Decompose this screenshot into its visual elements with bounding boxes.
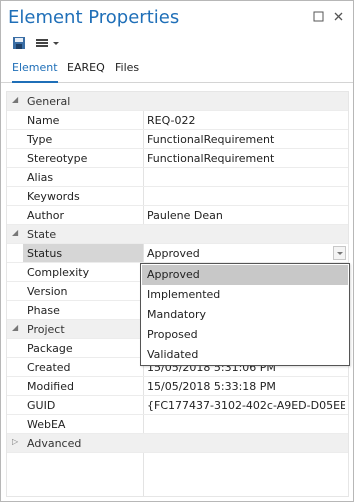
- property-name: Author: [27, 209, 65, 222]
- save-icon[interactable]: [12, 36, 26, 52]
- category-label: General: [27, 95, 71, 108]
- property-row-modified[interactable]: Modified 15/05/2018 5:33:18 PM: [7, 377, 348, 396]
- property-value[interactable]: {FC177437-3102-402c-A9ED-D05EECF...: [147, 399, 345, 412]
- property-name: Package: [27, 342, 73, 355]
- property-row-author[interactable]: Author Paulene Dean: [7, 206, 348, 225]
- property-name: Alias: [27, 171, 54, 184]
- property-row-name[interactable]: Name REQ-022: [7, 111, 348, 130]
- property-value[interactable]: REQ-022: [147, 114, 345, 127]
- dropdown-option-validated[interactable]: Validated: [142, 345, 348, 365]
- expand-icon[interactable]: ▷: [12, 437, 18, 446]
- dropdown-option-implemented[interactable]: Implemented: [142, 285, 348, 305]
- property-row-alias[interactable]: Alias: [7, 168, 348, 187]
- property-row-keywords[interactable]: Keywords: [7, 187, 348, 206]
- property-row-guid[interactable]: GUID {FC177437-3102-402c-A9ED-D05EECF...: [7, 396, 348, 415]
- property-name: Modified: [27, 380, 74, 393]
- close-icon[interactable]: [332, 11, 344, 23]
- property-row-webea[interactable]: WebEA: [7, 415, 348, 434]
- property-name: Keywords: [27, 190, 80, 203]
- collapse-icon[interactable]: ◢: [12, 323, 18, 332]
- property-name: Created: [27, 361, 71, 374]
- property-row-status[interactable]: Status Approved: [7, 244, 348, 263]
- property-value[interactable]: 15/05/2018 5:33:18 PM: [147, 380, 345, 393]
- tab-bar: Element EAREQ Files: [1, 57, 353, 83]
- property-name: Type: [27, 133, 53, 146]
- chevron-down-icon[interactable]: [333, 246, 346, 260]
- property-name: Status: [27, 247, 63, 260]
- collapse-icon[interactable]: ◢: [12, 95, 18, 104]
- collapse-icon[interactable]: ◢: [12, 228, 18, 237]
- category-label: Advanced: [27, 437, 82, 450]
- category-state[interactable]: ◢ State: [7, 225, 348, 244]
- property-row-type[interactable]: Type FunctionalRequirement: [7, 130, 348, 149]
- category-general[interactable]: ◢ General: [7, 92, 348, 111]
- property-name: WebEA: [27, 418, 66, 431]
- category-advanced[interactable]: ▷ Advanced: [7, 434, 348, 453]
- category-label: State: [27, 228, 57, 241]
- property-name: GUID: [27, 399, 56, 412]
- property-row-stereotype[interactable]: Stereotype FunctionalRequirement: [7, 149, 348, 168]
- tab-eareq[interactable]: EAREQ: [67, 61, 105, 81]
- property-name: Stereotype: [27, 152, 88, 165]
- property-name: Version: [27, 285, 68, 298]
- window-title: Element Properties: [8, 7, 180, 28]
- menu-icon[interactable]: [35, 36, 61, 52]
- dropdown-option-approved[interactable]: Approved: [142, 265, 348, 285]
- property-name: Complexity: [27, 266, 90, 279]
- property-value[interactable]: FunctionalRequirement: [147, 152, 345, 165]
- property-value[interactable]: FunctionalRequirement: [147, 133, 345, 146]
- property-name: Phase: [27, 304, 60, 317]
- toolbar: [1, 33, 353, 55]
- category-label: Project: [27, 323, 65, 336]
- dropdown-option-mandatory[interactable]: Mandatory: [142, 305, 348, 325]
- property-name: Name: [27, 114, 60, 127]
- element-properties-window: Element Properties Element EAREQ Files ◢…: [0, 0, 354, 502]
- status-dropdown-list: Approved Implemented Mandatory Proposed …: [140, 263, 350, 366]
- restore-icon[interactable]: [312, 11, 324, 23]
- tab-files[interactable]: Files: [115, 61, 139, 81]
- title-bar: Element Properties: [1, 1, 353, 33]
- property-value[interactable]: Paulene Dean: [147, 209, 345, 222]
- status-combo-value[interactable]: Approved: [147, 247, 345, 260]
- tab-element[interactable]: Element: [12, 61, 58, 83]
- dropdown-option-proposed[interactable]: Proposed: [142, 325, 348, 345]
